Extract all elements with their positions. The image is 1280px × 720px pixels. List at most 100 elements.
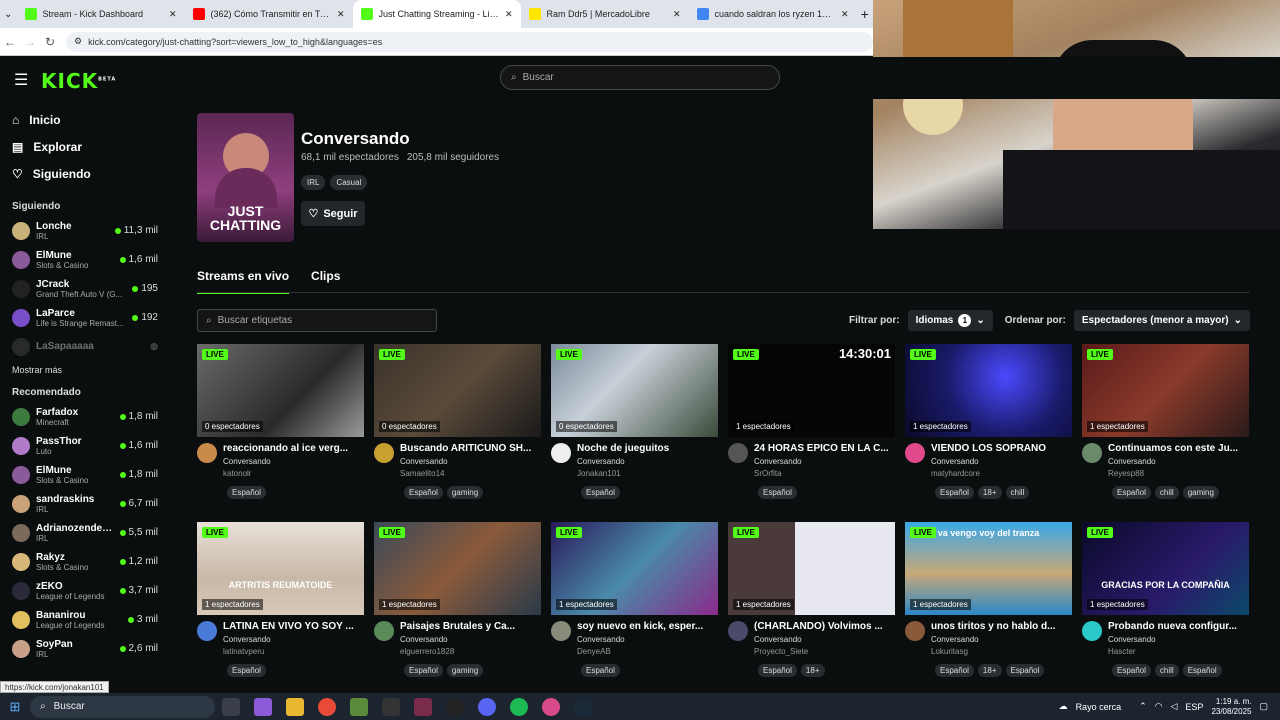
stream-card[interactable]: LIVE va vengo voy del tranza 1 espectadore… — [905, 522, 1072, 684]
channel-item[interactable]: Farfadox Minecraft 1,8 mil — [0, 402, 170, 431]
notification-icon[interactable]: ▢ — [1259, 701, 1268, 712]
stream-card[interactable]: LIVE 1 espectadores soy nuevo en kick, esp… — [551, 522, 718, 684]
stream-tag[interactable]: Español — [758, 664, 797, 677]
stream-title[interactable]: Continuamos con este Ju... — [1108, 443, 1249, 454]
tab-close-icon[interactable]: ✕ — [337, 9, 345, 20]
stream-category[interactable]: Conversando — [754, 635, 895, 644]
stream-card[interactable]: LIVE 14:30:01 1 espectadores 24 HORAS EPICO… — [728, 344, 895, 506]
stream-tag[interactable]: Español — [404, 486, 443, 499]
stream-title[interactable]: 24 HORAS EPICO EN LA C... — [754, 443, 895, 454]
streamer-avatar[interactable] — [197, 443, 217, 463]
streamer-avatar[interactable] — [551, 621, 571, 641]
stream-tag[interactable]: chill — [1154, 664, 1179, 677]
stream-thumbnail[interactable]: LIVE 1 espectadores — [905, 344, 1072, 437]
tab-close-icon[interactable]: ✕ — [841, 9, 849, 20]
stream-category[interactable]: Conversando — [400, 457, 541, 466]
channel-item[interactable]: sandraskins IRL 6,7 mil — [0, 489, 170, 518]
channel-item[interactable]: Lonche IRL 11,3 mil — [0, 216, 170, 245]
language-filter-dropdown[interactable]: Idiomas 1 ⌄ — [907, 310, 993, 331]
tab-list-icon[interactable]: ⌄ — [0, 9, 17, 20]
stream-tag[interactable]: Español — [1182, 664, 1222, 677]
stream-tag[interactable]: 18+ — [800, 664, 825, 677]
browser-tab[interactable]: Stream - Kick Dashboard ✕ — [17, 0, 185, 28]
stream-tag[interactable]: 18+ — [977, 486, 1002, 499]
stream-title[interactable]: unos tiritos y no hablo d... — [931, 621, 1072, 632]
discord-icon[interactable] — [478, 697, 496, 716]
stream-card[interactable]: LIVE ARTRITIS REUMATOIDE 1 espectadores LAT… — [197, 522, 364, 684]
menu-icon[interactable]: ☰ — [14, 70, 28, 90]
stream-title[interactable]: reaccionando al ice verg... — [223, 443, 364, 454]
stream-thumbnail[interactable]: LIVE 14:30:01 1 espectadores — [728, 344, 895, 437]
stream-title[interactable]: Probando nueva configur... — [1108, 621, 1249, 632]
url-field[interactable]: ⚙ kick.com/category/just-chatting?sort=v… — [66, 31, 873, 52]
stream-category[interactable]: Conversando — [577, 635, 718, 644]
channel-item[interactable]: LaSapaaaaa ◍ — [0, 332, 170, 361]
stream-tag[interactable]: chill — [1154, 486, 1179, 499]
category-tag[interactable]: IRL — [301, 175, 326, 190]
streamer-avatar[interactable] — [551, 443, 571, 463]
stream-card[interactable]: LIVE 1 espectadores Paisajes Brutales y Ca… — [374, 522, 541, 684]
stream-title[interactable]: Paisajes Brutales y Ca... — [400, 621, 541, 632]
stream-title[interactable]: (CHARLANDO) Volvimos ... — [754, 621, 895, 632]
browser-tab[interactable]: cuando saldran los ryzen 10000 ✕ — [689, 0, 857, 28]
tab-close-icon[interactable]: ✕ — [673, 9, 681, 20]
stream-tag[interactable]: Español — [404, 664, 443, 677]
streamer-avatar[interactable] — [728, 621, 748, 641]
tag-search-input[interactable]: ⌕ Buscar etiquetas — [197, 309, 437, 332]
stream-tag[interactable]: Español — [935, 486, 974, 499]
stream-tag[interactable]: Español — [581, 664, 620, 677]
stream-tag[interactable]: 18+ — [977, 664, 1002, 677]
streamer-name[interactable]: Jonakan101 — [577, 469, 718, 478]
browser-tab[interactable]: Ram Ddr5 | MercadoLibre ✕ — [521, 0, 689, 28]
streamer-name[interactable]: matyhardcore — [931, 469, 1072, 478]
streamer-avatar[interactable] — [374, 443, 394, 463]
channel-item[interactable]: zEKO League of Legends 3,7 mil — [0, 576, 170, 605]
channel-item[interactable]: PassThor Luto 1,6 mil — [0, 431, 170, 460]
browser-tab[interactable]: Just Chatting Streaming - Live ✕ — [352, 0, 521, 28]
new-tab-button[interactable]: + — [857, 6, 874, 22]
streamer-avatar[interactable] — [1082, 443, 1102, 463]
stream-tag[interactable]: Español — [581, 486, 620, 499]
taskbar-search[interactable]: ⌕ Buscar — [30, 695, 215, 718]
weather-text[interactable]: Rayo cerca — [1076, 702, 1122, 712]
streamer-avatar[interactable] — [197, 621, 217, 641]
follow-button[interactable]: ♡ Seguir — [301, 201, 365, 226]
stream-thumbnail[interactable]: LIVE ARTRITIS REUMATOIDE 1 espectadores — [197, 522, 364, 615]
stream-thumbnail[interactable]: LIVE 0 espectadores — [551, 344, 718, 437]
stream-title[interactable]: Noche de jueguitos — [577, 443, 718, 454]
streamer-name[interactable]: Reyesp88 — [1108, 469, 1249, 478]
show-more-link[interactable]: Mostrar más — [0, 365, 170, 375]
stream-title[interactable]: Buscando ARITICUNO SH... — [400, 443, 541, 454]
sidebar-item-siguiendo[interactable]: ♡ Siguiendo — [0, 160, 170, 187]
tab-close-icon[interactable]: ✕ — [169, 9, 177, 20]
chrome-active-icon[interactable] — [542, 697, 560, 716]
stream-category[interactable]: Conversando — [1108, 635, 1249, 644]
channel-item[interactable]: Rakyz Slots & Casino 1,2 mil — [0, 547, 170, 576]
browser-tab[interactable]: (362) Cómo Transmitir en Tiktok ✕ — [185, 0, 353, 28]
back-icon[interactable]: ← — [0, 35, 20, 49]
app-icon[interactable] — [414, 697, 432, 716]
streamer-avatar[interactable] — [905, 443, 925, 463]
stream-card[interactable]: LIVE 1 espectadores VIENDO LOS SOPRANO Conv… — [905, 344, 1072, 506]
channel-item[interactable]: Adrianozendeja... IRL 5,5 mil — [0, 518, 170, 547]
stream-title[interactable]: soy nuevo en kick, esper... — [577, 621, 718, 632]
stream-tag[interactable]: Español — [935, 664, 974, 677]
file-explorer-icon[interactable] — [286, 697, 304, 716]
stream-thumbnail[interactable]: LIVE 1 espectadores — [374, 522, 541, 615]
stream-thumbnail[interactable]: LIVE 1 espectadores — [551, 522, 718, 615]
channel-item[interactable]: LaParce Life is Strange Remast... 192 — [0, 303, 170, 332]
streamer-name[interactable]: SrOrfita — [754, 469, 895, 478]
streamer-name[interactable]: latinatvperu — [223, 647, 364, 656]
stream-card[interactable]: LIVE 1 espectadores (CHARLANDO) Volvimos .… — [728, 522, 895, 684]
windows-start-icon[interactable]: ⊞ — [0, 699, 30, 715]
tray-chevron-icon[interactable]: ⌃ — [1139, 701, 1147, 712]
streamer-name[interactable]: elguerrero1828 — [400, 647, 541, 656]
copilot-icon[interactable] — [254, 697, 272, 716]
streamer-name[interactable]: Hascter — [1108, 647, 1249, 656]
site-info-icon[interactable]: ⚙ — [74, 36, 82, 47]
tab-clips[interactable]: Clips — [311, 269, 340, 294]
language-indicator[interactable]: ESP — [1185, 702, 1203, 712]
epic-games-icon[interactable] — [382, 697, 400, 716]
stream-category[interactable]: Conversando — [577, 457, 718, 466]
streamer-name[interactable]: Lokuritasg — [931, 647, 1072, 656]
